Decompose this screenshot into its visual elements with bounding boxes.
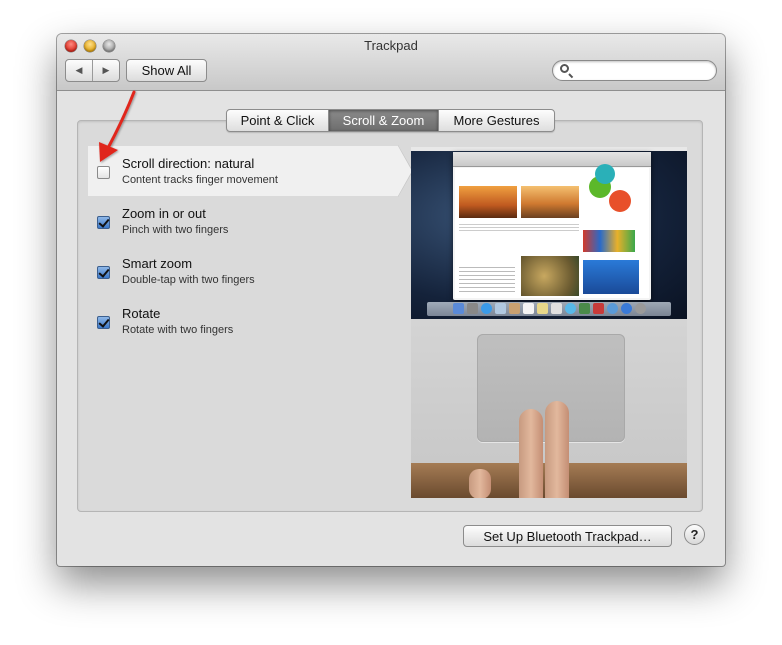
dock-icon-photo-booth	[593, 303, 604, 314]
preview-text-block	[459, 222, 579, 232]
dock-icon-finder	[453, 303, 464, 314]
tab-scroll-and-zoom[interactable]: Scroll & Zoom	[328, 110, 438, 131]
dock-icon-itunes	[607, 303, 618, 314]
preview-book-covers	[583, 230, 635, 252]
option-title: Scroll direction: natural	[122, 156, 255, 171]
zoom-in-out-checkbox[interactable]	[97, 216, 110, 229]
tab-more-gestures[interactable]: More Gestures	[438, 110, 554, 131]
dock-icon-safari	[481, 303, 492, 314]
smart-zoom-checkbox[interactable]	[97, 266, 110, 279]
search-field[interactable]	[552, 60, 717, 81]
preview-finger-left	[519, 409, 543, 498]
option-subtitle: Rotate with two fingers	[122, 324, 234, 336]
option-title: Smart zoom	[122, 256, 193, 271]
dock-icon-contacts	[509, 303, 520, 314]
preview-dock	[427, 302, 671, 316]
preview-menu-bar	[411, 147, 687, 151]
option-rotate[interactable]: Rotate Rotate with two fingers	[88, 296, 398, 346]
tab-bar: Point & Click Scroll & Zoom More Gesture…	[226, 109, 555, 132]
option-subtitle: Double-tap with two fingers	[122, 274, 255, 286]
preview-browser-toolbar	[453, 152, 651, 167]
forward-button[interactable]: ▶	[92, 60, 119, 81]
back-arrow-icon: ◀	[75, 65, 83, 75]
forward-arrow-icon: ▶	[102, 65, 110, 75]
dock-icon-system-preferences	[635, 303, 646, 314]
dock-icon-facetime	[579, 303, 590, 314]
rotate-checkbox[interactable]	[97, 316, 110, 329]
preview-text-lines	[459, 264, 515, 292]
option-smart-zoom[interactable]: Smart zoom Double-tap with two fingers	[88, 246, 398, 296]
help-button[interactable]: ?	[684, 524, 705, 545]
dock-icon-reminders	[551, 303, 562, 314]
option-scroll-direction[interactable]: Scroll direction: natural Content tracks…	[88, 145, 413, 197]
option-subtitle: Content tracks finger movement	[122, 174, 278, 186]
preview-photo-sunset	[459, 186, 517, 218]
preview-web-page	[455, 164, 649, 298]
search-input[interactable]	[575, 62, 713, 79]
preview-photo-balloons	[521, 186, 579, 218]
setup-bluetooth-trackpad-button[interactable]: Set Up Bluetooth Trackpad…	[463, 525, 672, 547]
search-icon	[560, 64, 569, 73]
dock-icon-notes	[537, 303, 548, 314]
preview-browser-window	[453, 152, 651, 300]
option-title: Zoom in or out	[122, 206, 206, 221]
trackpad-preferences-window: Trackpad ◀ ▶ Show All Point & Click Scro…	[57, 34, 725, 566]
gesture-preview-video	[411, 147, 687, 498]
dock-icon-mail	[495, 303, 506, 314]
window-toolbar: Trackpad ◀ ▶ Show All	[57, 34, 725, 91]
dock-icon-calendar	[523, 303, 534, 314]
back-forward-control: ◀ ▶	[65, 59, 120, 82]
tab-point-and-click[interactable]: Point & Click	[227, 110, 328, 131]
preview-knuckle	[469, 469, 491, 498]
preview-photo-leopard	[521, 256, 579, 296]
option-zoom-in-out[interactable]: Zoom in or out Pinch with two fingers	[88, 196, 398, 246]
preview-screen-image	[411, 147, 687, 319]
preview-laptop-base	[411, 319, 687, 498]
preview-badge-teal	[595, 164, 615, 184]
dock-icon-launchpad	[467, 303, 478, 314]
dock-icon-messages	[565, 303, 576, 314]
preview-finger-right	[545, 401, 569, 498]
preview-ad-banner	[583, 260, 639, 294]
scroll-direction-checkbox[interactable]	[97, 166, 110, 179]
option-subtitle: Pinch with two fingers	[122, 224, 229, 236]
back-button[interactable]: ◀	[66, 60, 92, 81]
window-title: Trackpad	[364, 38, 418, 53]
show-all-button[interactable]: Show All	[126, 59, 207, 82]
preview-badge-orange	[609, 190, 631, 212]
dock-icon-app-store	[621, 303, 632, 314]
option-title: Rotate	[122, 306, 161, 321]
